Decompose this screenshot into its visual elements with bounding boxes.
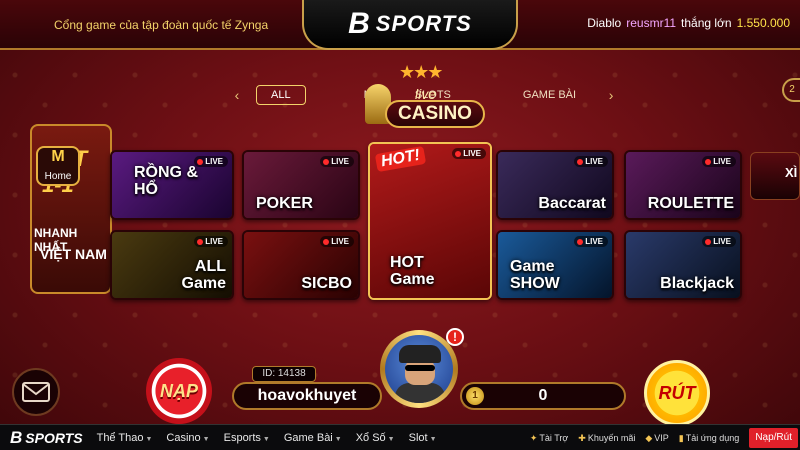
- live-dot-icon: [323, 238, 330, 245]
- avatar-coat: [395, 383, 445, 403]
- caret-down-icon: ▼: [387, 435, 395, 443]
- live-badge: LIVE: [574, 156, 608, 167]
- game-name: ALL Game: [181, 258, 226, 292]
- navbar-logo-b-icon: B: [10, 427, 23, 447]
- caret-down-icon: ▼: [262, 435, 270, 443]
- home-button[interactable]: M Home: [36, 146, 80, 186]
- live-badge: LIVE: [702, 236, 736, 247]
- game-name: POKER: [256, 195, 313, 212]
- live-dot-icon: [577, 158, 584, 165]
- bottom-navbar: B SPORTS Thể Thao ▼ Casino ▼ Esports ▼ Game…: [0, 424, 800, 450]
- live-badge: LIVE: [194, 236, 228, 247]
- home-icon: M: [51, 148, 65, 165]
- logo-text: SPORTS: [375, 11, 472, 36]
- live-dot-icon: [705, 238, 712, 245]
- gift-icon: ✚: [578, 432, 586, 443]
- link-tai-tro[interactable]: ✦ Tài Trợ: [530, 433, 568, 444]
- nav-casino[interactable]: Casino ▼: [166, 432, 209, 444]
- lobby-screen: Cổng game của tập đoàn quốc tế Zynga B S…: [0, 0, 800, 450]
- game-tile-poker[interactable]: LIVE POKER: [242, 150, 360, 220]
- alert-icon[interactable]: !: [446, 328, 464, 346]
- navbar-logo[interactable]: B SPORTS: [10, 428, 83, 448]
- brand-logo[interactable]: B SPORTS: [302, 0, 518, 50]
- diamond-icon: ◆: [645, 432, 653, 443]
- live-dot-icon: [197, 238, 204, 245]
- live-dot-icon: [577, 238, 584, 245]
- chevron-right-icon[interactable]: ›: [604, 87, 618, 103]
- avatar-button[interactable]: [380, 330, 458, 408]
- live-casino-sign: ★★★ live CASINO: [365, 62, 485, 132]
- live-badge: LIVE: [320, 236, 354, 247]
- live-dot-icon: [455, 150, 462, 157]
- game-tile-roulette[interactable]: LIVE ROULETTE: [624, 150, 742, 220]
- phone-icon: ▮: [678, 432, 684, 443]
- avatar-glasses: [405, 365, 435, 371]
- nav-esports[interactable]: Esports ▼: [224, 432, 270, 444]
- tab-game-bai[interactable]: GAME BÀI: [509, 89, 590, 101]
- nav-game-bai[interactable]: Game Bài ▼: [284, 432, 342, 444]
- navbar-logo-text: SPORTS: [25, 429, 83, 446]
- game-tile-all-game[interactable]: LIVE ALL Game: [110, 230, 234, 300]
- live-badge: LIVE: [702, 156, 736, 167]
- avatar-hat: [399, 345, 441, 363]
- link-khuyen-mai[interactable]: ✚ Khuyến mãi: [578, 433, 635, 444]
- coin-icon: 1: [466, 387, 484, 405]
- game-name: Blackjack: [660, 275, 734, 292]
- avatar: [385, 335, 453, 403]
- live-badge: LIVE: [320, 156, 354, 167]
- chevron-left-icon[interactable]: ‹: [230, 87, 244, 103]
- game-tile-xi-partial[interactable]: XÌ: [750, 152, 800, 200]
- game-name: RỒNG & HỔ: [134, 164, 198, 198]
- game-tile-rong-ho[interactable]: LIVE RỒNG & HỔ: [110, 150, 234, 220]
- sign-casino-text: CASINO: [385, 100, 485, 128]
- username-panel: hoavokhuyet: [232, 382, 382, 410]
- game-name: Game SHOW: [510, 258, 560, 292]
- caret-down-icon: ▼: [334, 435, 342, 443]
- deposit-button[interactable]: NẠP: [146, 358, 212, 424]
- caret-down-icon: ▼: [202, 435, 210, 443]
- live-badge: LIVE: [574, 236, 608, 247]
- nav-the-thao[interactable]: Thể Thao ▼: [97, 432, 153, 444]
- game-tile-game-show[interactable]: LIVE Game SHOW: [496, 230, 614, 300]
- withdraw-button[interactable]: RÚT: [644, 360, 710, 426]
- deposit-withdraw-button[interactable]: Nạp/Rút: [749, 428, 798, 448]
- game-tile-hot-game[interactable]: HOT! LIVE HOT Game: [368, 142, 492, 300]
- user-id-tag: ID: 14138: [252, 366, 316, 382]
- handshake-icon: ✦: [529, 432, 538, 443]
- game-name: ROULETTE: [647, 195, 734, 212]
- history-icon[interactable]: 2: [782, 78, 800, 102]
- link-tai-ung-dung[interactable]: ▮ Tải ứng dụng: [679, 433, 740, 444]
- winner-username: reusmr11: [626, 16, 677, 30]
- winner-prefix: Diablo: [587, 16, 622, 30]
- game-tile-sicbo[interactable]: LIVE SICBO: [242, 230, 360, 300]
- tab-all[interactable]: ALL: [256, 85, 306, 105]
- logo-b-icon: B: [348, 7, 370, 40]
- caret-down-icon: ▼: [429, 435, 437, 443]
- top-bar: Cổng game của tập đoàn quốc tế Zynga B S…: [0, 0, 800, 50]
- game-tile-blackjack[interactable]: LIVE Blackjack: [624, 230, 742, 300]
- live-badge: LIVE: [452, 148, 486, 159]
- navbar-links: ✦ Tài Trợ ✚ Khuyến mãi ◆ VIP ▮ Tải ứng dụng …: [530, 425, 800, 450]
- game-name: HOT Game: [390, 254, 435, 288]
- game-tile-baccarat[interactable]: LIVE Baccarat: [496, 150, 614, 220]
- mail-button[interactable]: [12, 368, 60, 416]
- game-name: SICBO: [301, 275, 352, 292]
- envelope-icon: [22, 382, 50, 402]
- game-name: Baccarat: [538, 195, 606, 212]
- slogan-text: Cổng game của tập đoàn quốc tế Zynga: [54, 18, 269, 32]
- stars-icon: ★★★: [399, 62, 443, 82]
- winner-ticker: Diablo reusmr11 thắng lớn 1.550.000: [587, 16, 790, 30]
- home-label: Home: [44, 171, 72, 182]
- caret-down-icon: ▼: [145, 435, 153, 443]
- balance-panel: 0: [460, 382, 626, 410]
- promo-line-3: VIỆT NAM: [40, 246, 107, 262]
- winner-mid: thắng lớn: [681, 16, 732, 30]
- live-dot-icon: [705, 158, 712, 165]
- link-vip[interactable]: ◆ VIP: [645, 433, 668, 444]
- nav-xo-so[interactable]: Xổ Số ▼: [356, 432, 395, 444]
- nav-slot[interactable]: Slot ▼: [409, 432, 437, 444]
- winner-amount: 1.550.000: [736, 16, 790, 30]
- live-dot-icon: [323, 158, 330, 165]
